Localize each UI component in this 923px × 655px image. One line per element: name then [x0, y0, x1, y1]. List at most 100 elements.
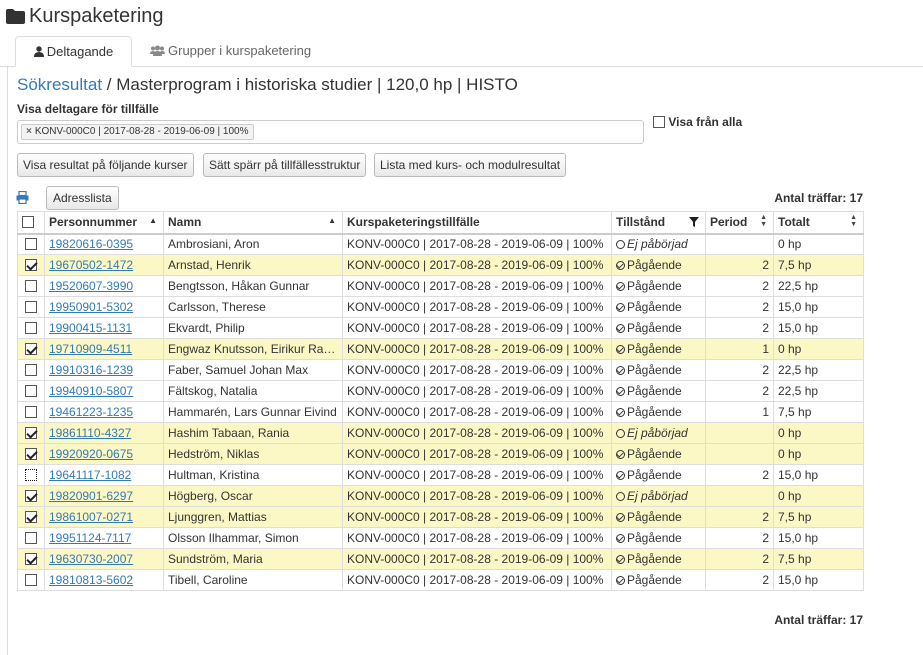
- column-header-pnr[interactable]: Personnummer ▲: [44, 211, 164, 235]
- row-checkbox[interactable]: [25, 280, 37, 292]
- row-checkbox[interactable]: [25, 301, 37, 313]
- person-number-link[interactable]: 19710909-4511: [49, 342, 132, 356]
- row-checkbox[interactable]: [25, 490, 37, 502]
- row-checkbox[interactable]: [25, 385, 37, 397]
- filter-icon[interactable]: [689, 217, 699, 229]
- cell-name: Sundström, Maria: [163, 548, 343, 570]
- cell-pnr: 19630730-2007: [44, 548, 164, 570]
- table-row[interactable]: 19951124-7117 Olsson Ilhammar, Simon KONV-…: [17, 527, 864, 549]
- table-row[interactable]: 19861007-0271 Ljunggren, Mattias KONV-000C…: [17, 506, 864, 528]
- cell-pnr: 19641117-1082: [44, 464, 164, 486]
- column-header-status[interactable]: Tillstånd: [611, 211, 706, 235]
- status-text: Pågående: [627, 405, 682, 419]
- sort-asc-icon: ▲: [328, 216, 336, 225]
- person-number-link[interactable]: 19670502-1472: [49, 258, 133, 272]
- row-checkbox[interactable]: [25, 406, 37, 418]
- cell-name: Ljunggren, Mattias: [163, 506, 343, 528]
- show-course-results-button[interactable]: Visa resultat på följande kurser: [17, 153, 194, 177]
- person-number-link[interactable]: 19641117-1082: [49, 468, 131, 482]
- row-select-cell: [17, 317, 45, 339]
- status-text: Pågående: [627, 384, 682, 398]
- person-number-link[interactable]: 19910316-1239: [49, 363, 133, 377]
- table-row[interactable]: 19461223-1235 Hammarén, Lars Gunnar Eivin…: [17, 401, 864, 423]
- row-select-cell: [17, 359, 45, 381]
- tab-deltagande[interactable]: Deltagande: [15, 36, 132, 67]
- person-number-link[interactable]: 19900415-1131: [49, 321, 132, 335]
- table-row[interactable]: 19520607-3990 Bengtsson, Håkan Gunnar KONV…: [17, 275, 864, 297]
- occasion-filter-input[interactable]: × KONV-000C0 | 2017-08-28 - 2019-06-09 | …: [17, 120, 644, 144]
- row-checkbox[interactable]: [25, 322, 37, 334]
- table-row[interactable]: 19630730-2007 Sundström, Maria KONV-000C0 …: [17, 548, 864, 570]
- cell-status: Pågående: [611, 443, 706, 465]
- row-checkbox[interactable]: [25, 448, 37, 460]
- status-text: Pågående: [627, 552, 682, 566]
- show-all-checkbox[interactable]: [653, 116, 665, 128]
- column-header-period[interactable]: Period ▲ ▼: [705, 211, 774, 235]
- ongoing-status-icon: [616, 366, 625, 375]
- person-number-link[interactable]: 19951124-7117: [49, 531, 131, 545]
- print-icon[interactable]: [16, 190, 29, 207]
- table-row[interactable]: 19820616-0395 Ambrosiani, Aron KONV-000C0 …: [17, 233, 864, 255]
- cell-period: 2: [705, 275, 774, 297]
- cell-status: Pågående: [611, 254, 706, 276]
- row-checkbox[interactable]: [25, 259, 37, 271]
- cell-pnr: 19940910-5807: [44, 380, 164, 402]
- status-text: Pågående: [627, 468, 682, 482]
- tab-grupper[interactable]: Grupper i kurspaketering: [150, 36, 311, 67]
- cell-pnr: 19520607-3990: [44, 275, 164, 297]
- cell-total: 15,0 hp: [773, 296, 864, 318]
- column-header-name[interactable]: Namn ▲: [163, 211, 343, 235]
- row-checkbox[interactable]: [25, 343, 37, 355]
- row-checkbox[interactable]: [25, 427, 37, 439]
- remove-tag-icon[interactable]: ×: [26, 126, 32, 137]
- status-text: Ej påbörjad: [627, 489, 688, 503]
- row-checkbox[interactable]: [25, 469, 37, 481]
- ongoing-status-icon: [616, 576, 625, 585]
- address-list-button[interactable]: Adresslista: [46, 186, 119, 210]
- set-lock-button[interactable]: Sätt spärr på tillfällesstruktur: [203, 153, 367, 177]
- column-header-total[interactable]: Totalt ▲ ▼: [773, 211, 864, 235]
- table-row[interactable]: 19861110-4327 Hashim Tabaan, Rania KONV-00…: [17, 422, 864, 444]
- ongoing-status-icon: [616, 345, 625, 354]
- sort-asc-icon: ▲: [149, 216, 157, 225]
- cell-period: 2: [705, 548, 774, 570]
- person-number-link[interactable]: 19950901-5302: [49, 300, 133, 314]
- breadcrumb-link-search-results[interactable]: Sökresultat: [17, 75, 102, 94]
- cell-total: 7,5 hp: [773, 254, 864, 276]
- row-checkbox[interactable]: [25, 511, 37, 523]
- person-number-link[interactable]: 19861110-4327: [49, 426, 131, 440]
- table-row[interactable]: 19940910-5807 Fältskog, Natalia KONV-000C0…: [17, 380, 864, 402]
- table-row[interactable]: 19710909-4511 Engwaz Knutsson, Eirikur Ra…: [17, 338, 864, 360]
- person-number-link[interactable]: 19940910-5807: [49, 384, 133, 398]
- column-header-occasion[interactable]: Kurspaketeringstillfälle: [342, 211, 612, 235]
- row-checkbox[interactable]: [25, 553, 37, 565]
- person-number-link[interactable]: 19520607-3990: [49, 279, 133, 293]
- cell-total: 15,0 hp: [773, 464, 864, 486]
- table-row[interactable]: 19820901-6297 Högberg, Oscar KONV-000C0 | …: [17, 485, 864, 507]
- table-row[interactable]: 19910316-1239 Faber, Samuel Johan Max KONV…: [17, 359, 864, 381]
- cell-status: Pågående: [611, 464, 706, 486]
- select-all-checkbox[interactable]: [22, 216, 34, 229]
- table-row[interactable]: 19920920-0675 Hedström, Niklas KONV-000C0 …: [17, 443, 864, 465]
- person-number-link[interactable]: 19630730-2007: [49, 552, 133, 566]
- table-row[interactable]: 19900415-1131 Ekvardt, Philip KONV-000C0 |…: [17, 317, 864, 339]
- column-header-total-label: Totalt: [778, 215, 810, 230]
- table-row[interactable]: 19670502-1472 Arnstad, Henrik KONV-000C0 |…: [17, 254, 864, 276]
- person-number-link[interactable]: 19820901-6297: [49, 489, 133, 503]
- row-checkbox[interactable]: [25, 238, 37, 251]
- cell-status: Pågående: [611, 401, 706, 423]
- sort-both-icon: ▲ ▼: [850, 214, 857, 228]
- person-number-link[interactable]: 19861007-0271: [49, 510, 133, 524]
- person-number-link[interactable]: 19820616-0395: [49, 237, 133, 251]
- table-row[interactable]: 19641117-1082 Hultman, Kristina KONV-000C0…: [17, 464, 864, 486]
- row-checkbox[interactable]: [25, 574, 37, 586]
- row-checkbox[interactable]: [25, 364, 37, 376]
- table-row[interactable]: 19950901-5302 Carlsson, Therese KONV-000C0…: [17, 296, 864, 318]
- course-module-results-list-button[interactable]: Lista med kurs- och modulresultat: [374, 153, 567, 177]
- row-checkbox[interactable]: [25, 532, 37, 544]
- person-number-link[interactable]: 19920920-0675: [49, 447, 133, 461]
- person-number-link[interactable]: 19810813-5602: [49, 573, 133, 587]
- person-number-link[interactable]: 19461223-1235: [49, 405, 133, 419]
- table-row[interactable]: 19810813-5602 Tibell, Caroline KONV-000C0 …: [17, 569, 864, 591]
- cell-name: Faber, Samuel Johan Max: [163, 359, 343, 381]
